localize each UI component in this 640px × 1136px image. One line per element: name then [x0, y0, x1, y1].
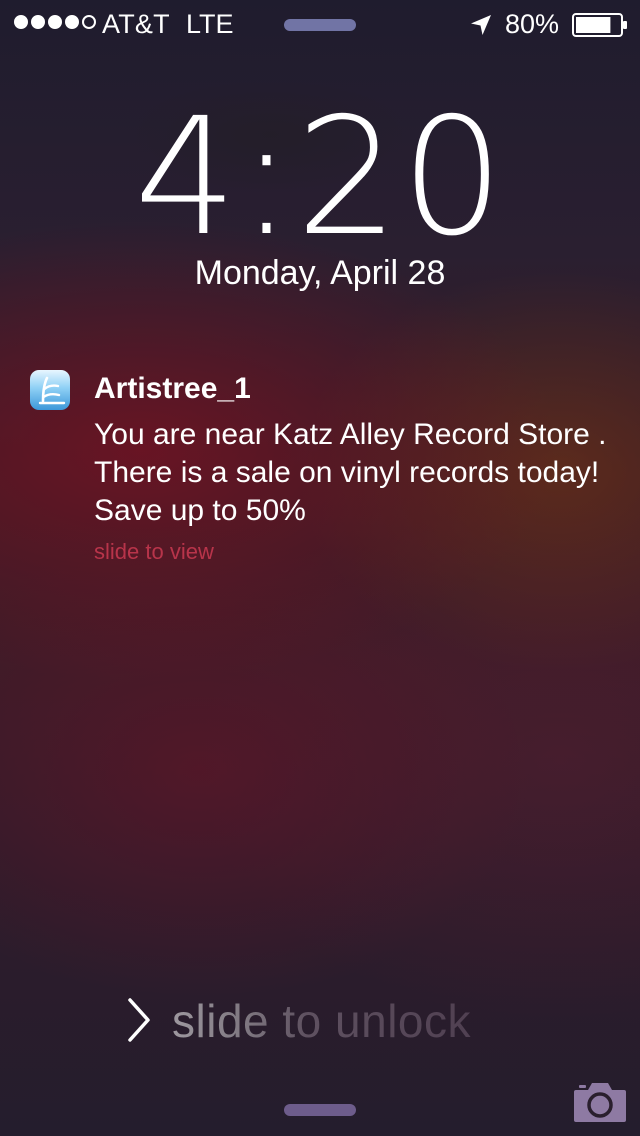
slide-to-unlock-label[interactable]: slide to unlock [172, 994, 471, 1048]
control-center-grabber[interactable] [284, 1104, 356, 1116]
notification-center-grabber[interactable] [284, 19, 356, 31]
signal-dot [48, 15, 62, 29]
signal-dot [65, 15, 79, 29]
signal-strength-indicator [14, 15, 96, 29]
notification-item[interactable]: Artistree_1 You are near Katz Alley Reco… [30, 368, 620, 568]
battery-percentage: 80% [505, 9, 560, 39]
artistree-app-icon [30, 370, 70, 410]
carrier-name: AT&T [102, 9, 170, 39]
signal-dot [14, 15, 28, 29]
lock-screen-date: Monday, April 28 [194, 254, 446, 292]
network-type: LTE [186, 9, 234, 39]
notification-title: Artistree_1 [94, 372, 251, 405]
lock-screen-clock: 4:20 [134, 84, 506, 272]
location-arrow-icon [471, 15, 491, 35]
signal-dot-empty [82, 15, 96, 29]
slide-to-view-label[interactable]: slide to view [94, 539, 214, 565]
camera-icon[interactable] [572, 1078, 628, 1124]
signal-dot [31, 15, 45, 29]
chevron-right-icon[interactable] [126, 996, 152, 1044]
lock-screen: AT&T LTE 80% 4:20 Monday, April 28 Artis… [0, 0, 640, 1136]
notification-message: You are near Katz Alley Record Store . T… [94, 418, 607, 527]
battery-icon [572, 13, 627, 37]
status-bar: AT&T LTE 80% [0, 0, 640, 48]
